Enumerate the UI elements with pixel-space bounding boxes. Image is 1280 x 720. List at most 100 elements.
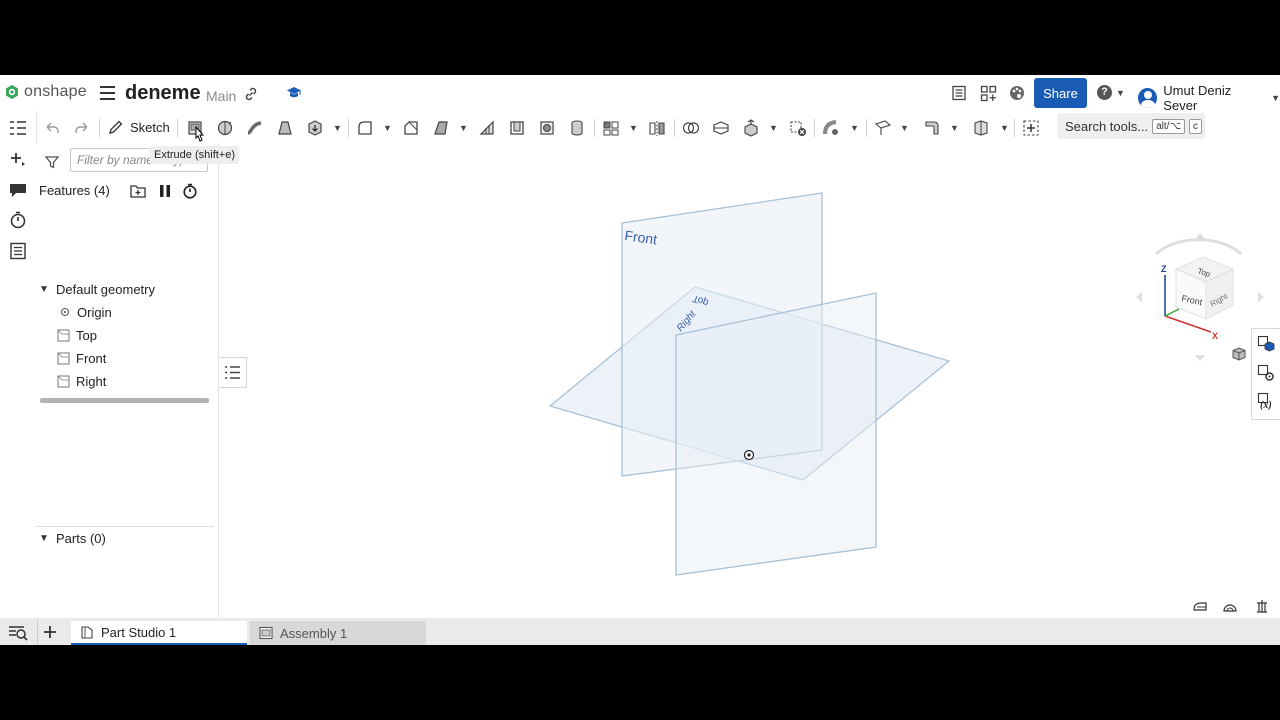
redo-icon[interactable]	[73, 119, 91, 137]
plane-icon[interactable]	[874, 119, 892, 137]
plane-icon	[57, 375, 70, 387]
mass-properties-icon[interactable]	[1222, 598, 1238, 614]
undo-icon[interactable]	[43, 119, 61, 137]
share-button[interactable]: Share	[1034, 78, 1087, 108]
chamfer-icon[interactable]	[402, 119, 420, 137]
hole-icon[interactable]	[538, 119, 556, 137]
modify-fillet-icon[interactable]	[822, 119, 840, 137]
tab-assembly-1[interactable]: Assembly 1	[250, 621, 426, 645]
tree-item-label: Top	[76, 327, 97, 343]
tree-item-origin[interactable]: Origin	[61, 301, 112, 323]
new-folder-icon[interactable]	[129, 183, 147, 199]
boolean-icon[interactable]	[682, 119, 700, 137]
properties-list-icon[interactable]	[8, 242, 28, 260]
linear-pattern-icon[interactable]	[602, 119, 620, 137]
release-list-icon[interactable]	[951, 85, 967, 101]
add-instance-icon[interactable]	[8, 150, 28, 168]
feature-list-scrollbar[interactable]	[40, 398, 209, 403]
tree-item-top-plane[interactable]: Top	[57, 324, 97, 346]
branch-name[interactable]: Main	[206, 88, 236, 104]
chevron-down-icon[interactable]: ▼	[459, 123, 468, 133]
default-geometry-group[interactable]: ▼ Default geometry	[37, 278, 155, 300]
chevron-down-icon[interactable]: ▼	[1000, 123, 1009, 133]
transform-icon[interactable]	[742, 119, 760, 137]
surface-icon[interactable]	[972, 119, 990, 137]
tree-item-label: Right	[76, 373, 107, 389]
svg-text:(x): (x)	[1260, 400, 1272, 410]
add-tab-icon[interactable]	[43, 625, 57, 639]
menu-icon[interactable]	[100, 86, 115, 104]
part-appearance-icon[interactable]	[1257, 335, 1275, 353]
appearance-palette-icon[interactable]	[1009, 85, 1025, 101]
toolbar-divider	[177, 119, 178, 137]
axis-x-label: X	[1212, 331, 1218, 341]
loft-icon[interactable]	[276, 119, 294, 137]
feature-list-icon[interactable]	[8, 119, 28, 137]
shell-icon[interactable]	[508, 119, 526, 137]
link-icon[interactable]	[244, 87, 258, 101]
graphics-viewport[interactable]: Front Top Right Top Front Right Z X (x)	[219, 143, 1280, 621]
measure-tool-icon[interactable]	[1192, 598, 1208, 614]
chevron-down-icon[interactable]: ▼	[850, 123, 859, 133]
chevron-down-icon: ▼	[1271, 93, 1280, 103]
rib-icon[interactable]	[478, 119, 496, 137]
help-menu[interactable]: ? ▼	[1097, 85, 1125, 100]
cylinder-icon[interactable]	[568, 119, 586, 137]
chevron-down-icon[interactable]: ▼	[333, 123, 342, 133]
tree-item-right-plane[interactable]: Right	[57, 370, 106, 392]
tree-item-label: Origin	[77, 304, 112, 320]
section-view-icon[interactable]	[1254, 598, 1270, 614]
onshape-logo-icon	[6, 85, 18, 99]
chevron-down-icon[interactable]: ▼	[950, 123, 959, 133]
sheet-metal-icon[interactable]	[923, 119, 941, 137]
revolve-icon[interactable]	[216, 119, 234, 137]
sketch-button[interactable]: Sketch	[108, 119, 170, 135]
onshape-logo[interactable]: onshape	[4, 83, 87, 101]
toolbar-divider	[594, 119, 595, 137]
toolbar-divider	[348, 119, 349, 137]
search-tools-button[interactable]: Search tools... alt/⌥ c	[1057, 113, 1205, 139]
tree-item-front-plane[interactable]: Front	[57, 347, 106, 369]
origin-marker[interactable]	[743, 449, 755, 461]
history-timer-icon[interactable]	[8, 211, 28, 229]
assembly-icon	[259, 626, 273, 640]
document-name[interactable]: deneme	[125, 82, 201, 105]
delete-part-icon[interactable]	[789, 119, 807, 137]
tree-item-label: Front	[76, 350, 107, 366]
app-store-icon[interactable]	[980, 85, 997, 102]
configuration-icon[interactable]	[1257, 364, 1275, 382]
thicken-icon[interactable]	[306, 119, 324, 137]
toolbar-divider	[1014, 119, 1015, 137]
left-rail	[0, 111, 37, 621]
add-custom-feature-icon[interactable]	[1022, 119, 1040, 137]
filter-icon[interactable]	[44, 154, 60, 170]
top-header: onshape deneme Main Share ? ▼ Umut Deniz…	[0, 75, 1280, 113]
tab-manager-icon[interactable]	[8, 625, 28, 641]
pause-icon[interactable]	[157, 183, 173, 199]
planes-scene[interactable]: Front Top Right	[219, 143, 1280, 621]
comments-icon[interactable]	[8, 181, 28, 199]
chevron-down-icon[interactable]: ▼	[37, 533, 51, 544]
learning-center-icon[interactable]	[286, 86, 302, 100]
toolbar-divider	[674, 119, 675, 137]
chevron-down-icon[interactable]: ▼	[629, 123, 638, 133]
mirror-icon[interactable]	[648, 119, 666, 137]
draft-icon[interactable]	[432, 119, 450, 137]
chevron-down-icon[interactable]: ▼	[900, 123, 909, 133]
view-cube[interactable]: Top Front Right Z X	[1131, 229, 1266, 364]
right-plane[interactable]	[675, 292, 877, 576]
fillet-icon[interactable]	[356, 119, 374, 137]
chevron-down-icon[interactable]: ▼	[769, 123, 778, 133]
chevron-down-icon[interactable]: ▼	[37, 284, 51, 295]
right-side-tools: (x)	[1251, 328, 1280, 420]
sweep-icon[interactable]	[246, 119, 264, 137]
tab-part-studio-1[interactable]: Part Studio 1	[71, 621, 247, 645]
chevron-down-icon[interactable]: ▼	[383, 123, 392, 133]
stopwatch-icon[interactable]	[182, 183, 198, 199]
features-title: Features (4)	[39, 183, 110, 198]
origin-icon	[61, 308, 69, 316]
split-icon[interactable]	[712, 119, 730, 137]
variables-icon[interactable]: (x)	[1257, 392, 1275, 410]
user-menu[interactable]: Umut Deniz Sever ▼	[1138, 83, 1280, 113]
parts-group[interactable]: ▼ Parts (0)	[37, 527, 106, 549]
